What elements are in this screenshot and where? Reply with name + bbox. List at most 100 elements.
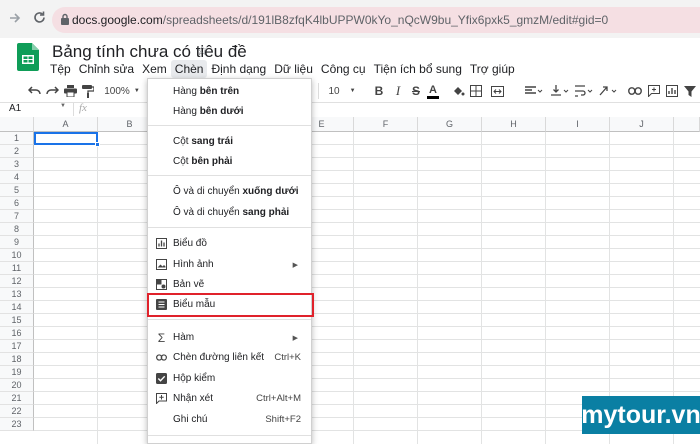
- menu-item-column-right[interactable]: Cột bên phải: [148, 152, 311, 171]
- menu-item-column-left[interactable]: Cột sang trái: [148, 132, 311, 151]
- url-text: docs.google.com/spreadsheets/d/191lB8zfq…: [72, 13, 608, 27]
- paint-format-icon[interactable]: [80, 81, 96, 101]
- select-all-corner[interactable]: [0, 117, 34, 132]
- menu-item-cells-shift-right[interactable]: Ô và di chuyển sang phải: [148, 203, 311, 222]
- text-wrap-icon[interactable]: [573, 81, 595, 101]
- menu-item-row-above[interactable]: Hàng bên trên: [148, 82, 311, 101]
- row-header[interactable]: 11: [0, 262, 34, 275]
- reload-icon[interactable]: [32, 10, 47, 28]
- strikethrough-icon[interactable]: S: [409, 81, 423, 101]
- toolbar: 100% ▼ 10 ▼ B I S A: [0, 80, 700, 103]
- row-above-emph: bên trên: [199, 86, 240, 97]
- sheets-logo-icon[interactable]: [17, 43, 39, 74]
- menu-item-image[interactable]: Hình ảnh ▶: [148, 255, 311, 274]
- row-header[interactable]: 3: [0, 158, 34, 171]
- zoom-select[interactable]: 100% ▼: [104, 81, 140, 101]
- bold-icon[interactable]: B: [372, 81, 386, 101]
- document-title[interactable]: Bảng tính chưa có tiêu đề: [52, 42, 247, 62]
- insert-chart-icon[interactable]: [664, 81, 680, 101]
- menu-edit[interactable]: Chỉnh sửa: [75, 60, 138, 78]
- forward-icon[interactable]: [8, 11, 22, 28]
- menu-item-chart[interactable]: Biểu đồ: [148, 234, 311, 253]
- menu-separator: [148, 175, 311, 176]
- lock-icon: [60, 13, 70, 29]
- row-header[interactable]: 6: [0, 197, 34, 210]
- column-header-f[interactable]: F: [354, 117, 418, 132]
- row-header[interactable]: 7: [0, 210, 34, 223]
- spreadsheet-grid[interactable]: A B C D E F G H I J 1 2 3 4 5 6 7 8 9 10…: [0, 117, 700, 444]
- checkbox-icon: [156, 373, 167, 384]
- grid-line: [34, 378, 700, 379]
- menu-insert[interactable]: Chèn: [170, 60, 208, 78]
- shift-down-emph: xuống dưới: [242, 186, 299, 197]
- filter-icon[interactable]: [682, 81, 698, 101]
- column-header-g[interactable]: G: [418, 117, 482, 132]
- menu-format[interactable]: Định dạng: [207, 60, 270, 78]
- borders-icon[interactable]: [469, 81, 483, 101]
- font-size-select[interactable]: 10 ▼: [326, 81, 358, 101]
- row-header[interactable]: 13: [0, 288, 34, 301]
- selected-cell-a1[interactable]: [34, 132, 98, 145]
- column-header-a[interactable]: A: [34, 117, 98, 132]
- text-color-icon[interactable]: A: [426, 81, 440, 101]
- menu-view[interactable]: Xem: [138, 60, 171, 78]
- grid-line: [34, 248, 700, 249]
- insert-comment-icon[interactable]: [646, 81, 662, 101]
- star-icon[interactable]: ☆: [196, 42, 209, 59]
- row-header[interactable]: 2: [0, 145, 34, 158]
- row-header[interactable]: 20: [0, 379, 34, 392]
- row-header[interactable]: 9: [0, 236, 34, 249]
- menu-item-cells-shift-down[interactable]: Ô và di chuyển xuống dưới: [148, 182, 311, 201]
- menu-item-row-below[interactable]: Hàng bên dưới: [148, 102, 311, 121]
- row-header[interactable]: 14: [0, 301, 34, 314]
- row-header[interactable]: 12: [0, 275, 34, 288]
- undo-icon[interactable]: [26, 81, 42, 101]
- menu-addons[interactable]: Tiện ích bổ sung: [370, 60, 466, 78]
- row-header[interactable]: 21: [0, 392, 34, 405]
- row-header[interactable]: 10: [0, 249, 34, 262]
- row-header[interactable]: 18: [0, 353, 34, 366]
- column-header-k[interactable]: [674, 117, 700, 132]
- text-rotation-icon[interactable]: [597, 81, 619, 101]
- menu-item-comment[interactable]: Nhận xét Ctrl+Alt+M: [148, 389, 311, 408]
- insert-link-icon[interactable]: [627, 81, 643, 101]
- fill-handle[interactable]: [95, 142, 100, 147]
- row-header[interactable]: 1: [0, 132, 34, 145]
- chart-icon: [156, 238, 167, 249]
- row-header[interactable]: 5: [0, 184, 34, 197]
- function-label: Hàm: [173, 332, 195, 343]
- menu-item-insert-link[interactable]: Chèn đường liên kết Ctrl+K: [148, 348, 311, 367]
- menu-file[interactable]: Tệp: [46, 60, 75, 78]
- note-shortcut: Shift+F2: [265, 414, 301, 425]
- row-header[interactable]: 19: [0, 366, 34, 379]
- formula-divider: [73, 103, 74, 116]
- row-header[interactable]: 8: [0, 223, 34, 236]
- menu-item-drawing[interactable]: Bản vẽ: [148, 275, 311, 294]
- row-header[interactable]: 23: [0, 418, 34, 431]
- row-header[interactable]: 4: [0, 171, 34, 184]
- merge-cells-icon[interactable]: [487, 81, 507, 101]
- fill-color-icon[interactable]: [450, 81, 466, 101]
- menu-item-note[interactable]: Ghi chú Shift+F2: [148, 410, 311, 429]
- menu-data[interactable]: Dữ liệu: [270, 60, 317, 78]
- row-header[interactable]: 15: [0, 314, 34, 327]
- italic-icon[interactable]: I: [391, 81, 405, 101]
- menu-item-function[interactable]: Σ Hàm ▶: [148, 328, 311, 347]
- column-header-h[interactable]: H: [482, 117, 546, 132]
- name-box[interactable]: A1: [9, 103, 21, 114]
- column-header-i[interactable]: I: [546, 117, 610, 132]
- row-header[interactable]: 22: [0, 405, 34, 418]
- redo-icon[interactable]: [44, 81, 60, 101]
- vertical-align-icon[interactable]: [549, 81, 571, 101]
- submenu-arrow-icon: ▶: [292, 261, 298, 269]
- checkbox-label: Hộp kiểm: [173, 373, 216, 384]
- grid-line: [417, 132, 418, 444]
- menu-tools[interactable]: Công cụ: [317, 60, 370, 78]
- horizontal-align-icon[interactable]: [522, 81, 546, 101]
- menu-help[interactable]: Trợ giúp: [466, 60, 519, 78]
- menu-item-checkbox[interactable]: Hộp kiểm: [148, 369, 311, 388]
- column-header-j[interactable]: J: [610, 117, 674, 132]
- print-icon[interactable]: [62, 81, 78, 101]
- row-header[interactable]: 16: [0, 327, 34, 340]
- row-header[interactable]: 17: [0, 340, 34, 353]
